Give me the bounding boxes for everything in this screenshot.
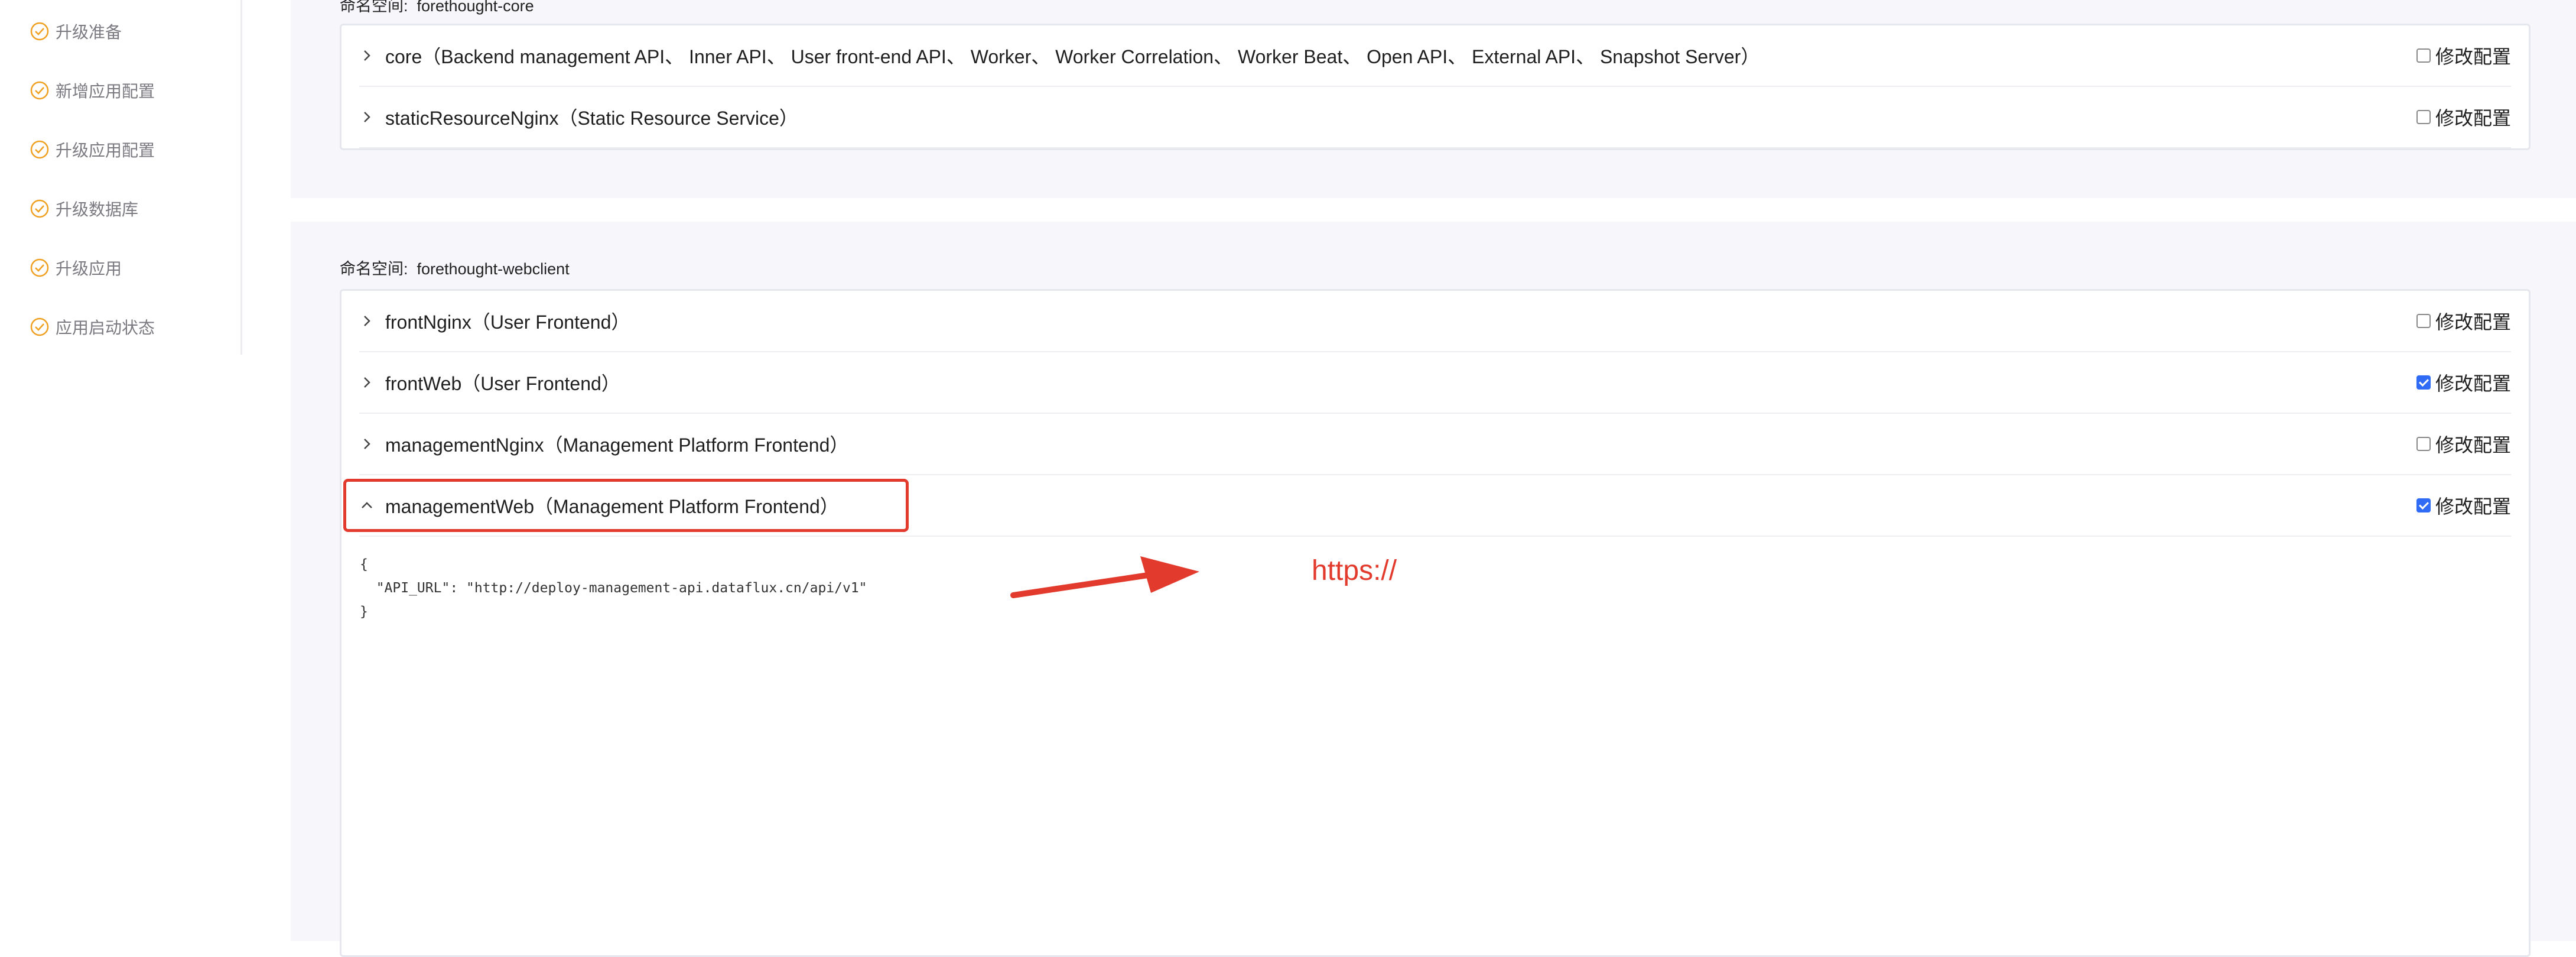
config-editor[interactable]: { "API_URL": "http://deploy-management-a… [360, 553, 867, 624]
service-row-static-resource-nginx[interactable]: staticResourceNginx（Static Resource Serv… [359, 87, 2511, 148]
modify-config-checkbox[interactable]: 修改配置 [2416, 291, 2511, 351]
checkbox[interactable] [2416, 314, 2431, 328]
check-circle-icon [30, 140, 50, 160]
service-row-core[interactable]: core（Backend management API、 Inner API、 … [359, 25, 2511, 87]
namespace-name: forethought-webclient [417, 260, 570, 278]
namespace-section-core: 命名空间: forethought-core core（Backend mana… [291, 0, 2576, 198]
service-title: core（Backend management API、 Inner API、 … [385, 42, 1759, 69]
service-row-front-nginx[interactable]: frontNginx（User Frontend） 修改配置 [359, 291, 2511, 352]
step-app-start-status[interactable]: 应用启动状态 [30, 315, 155, 339]
service-title: frontWeb（User Frontend） [385, 369, 620, 396]
checkbox[interactable] [2416, 110, 2431, 124]
service-row-front-web[interactable]: frontWeb（User Frontend） 修改配置 [359, 352, 2511, 414]
namespace-name: forethought-core [417, 0, 534, 15]
step-upgrade-app[interactable]: 升级应用 [30, 256, 122, 280]
check-circle-icon [30, 317, 50, 337]
service-title: frontNginx（User Frontend） [385, 307, 630, 335]
check-circle-icon [30, 199, 50, 219]
step-label: 新增应用配置 [56, 79, 155, 102]
namespace-label: 命名空间: forethought-core [340, 0, 534, 16]
checkbox-checked[interactable] [2416, 498, 2431, 512]
code-line: "API_URL": "http://deploy-management-api… [360, 576, 867, 600]
code-line: { [360, 553, 867, 576]
step-label: 应用启动状态 [56, 315, 155, 339]
checkbox[interactable] [2416, 437, 2431, 451]
check-circle-icon [30, 21, 50, 41]
chevron-right-icon[interactable] [359, 48, 375, 63]
modify-config-checkbox[interactable]: 修改配置 [2416, 414, 2511, 474]
modify-config-checkbox[interactable]: 修改配置 [2416, 87, 2511, 147]
modify-config-checkbox[interactable]: 修改配置 [2416, 475, 2511, 536]
chevron-right-icon[interactable] [359, 313, 375, 329]
step-add-app-config[interactable]: 新增应用配置 [30, 79, 155, 102]
step-upgrade-prep[interactable]: 升级准备 [30, 20, 122, 43]
step-upgrade-app-config[interactable]: 升级应用配置 [30, 138, 155, 161]
checkbox-checked[interactable] [2416, 375, 2431, 390]
annotation-arrow-icon [1004, 547, 1205, 600]
check-circle-icon [30, 258, 50, 278]
checkbox[interactable] [2416, 48, 2431, 63]
service-panel: core（Backend management API、 Inner API、 … [340, 24, 2531, 150]
step-upgrade-database[interactable]: 升级数据库 [30, 197, 138, 220]
step-label: 升级应用配置 [56, 138, 155, 161]
highlight-box [343, 479, 909, 532]
modify-config-checkbox[interactable]: 修改配置 [2416, 352, 2511, 413]
annotation-text: https:// [1312, 554, 1397, 587]
section-divider [291, 198, 2576, 222]
step-label: 升级应用 [56, 256, 122, 280]
chevron-right-icon[interactable] [359, 436, 375, 452]
check-circle-icon [30, 80, 50, 100]
sidebar: 升级准备 新增应用配置 升级应用配置 升级数据库 升级应用 应用启动状态 [0, 0, 242, 355]
step-label: 升级数据库 [56, 197, 138, 220]
main-content: 命名空间: forethought-core core（Backend mana… [291, 0, 2576, 941]
service-row-management-nginx[interactable]: managementNginx（Management Platform Fron… [359, 414, 2511, 475]
chevron-right-icon[interactable] [359, 109, 375, 125]
service-title: staticResourceNginx（Static Resource Serv… [385, 103, 798, 131]
step-label: 升级准备 [56, 20, 122, 43]
chevron-right-icon[interactable] [359, 375, 375, 390]
service-title: managementNginx（Management Platform Fron… [385, 430, 848, 458]
code-line: } [360, 600, 867, 624]
modify-config-checkbox[interactable]: 修改配置 [2416, 25, 2511, 86]
namespace-label: 命名空间: forethought-webclient [340, 256, 570, 279]
